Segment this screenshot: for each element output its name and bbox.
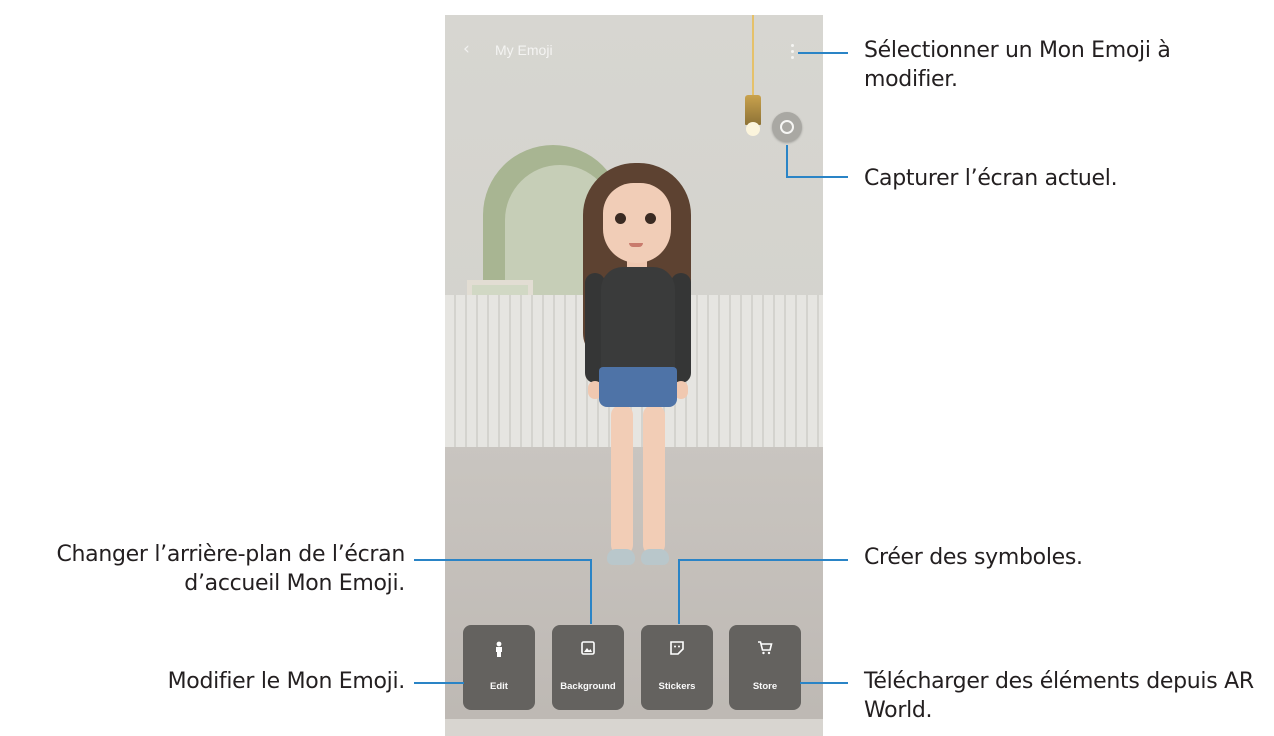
- callout-create-stickers: Créer des symboles.: [864, 545, 1083, 570]
- store-label: Store: [752, 681, 778, 692]
- edit-button[interactable]: Edit: [463, 625, 535, 710]
- lamp-bulb: [746, 122, 760, 136]
- avatar-shoe-left: [607, 549, 635, 565]
- callout-capture: Capturer l’écran actuel.: [864, 166, 1118, 191]
- capture-button[interactable]: [772, 112, 802, 142]
- back-chevron-icon[interactable]: ‹: [463, 39, 470, 59]
- phone-screen: ‹ My Emoji Edit Background Stickers Stor…: [445, 15, 823, 736]
- avatar-eye-right: [645, 213, 656, 224]
- page-title: My Emoji: [495, 42, 553, 58]
- callout-line-store: [800, 682, 848, 684]
- lamp-icon: [745, 95, 761, 125]
- callout-line-background-h: [414, 559, 591, 561]
- more-options-icon[interactable]: [789, 44, 795, 64]
- store-button[interactable]: Store: [729, 625, 801, 710]
- avatar-sweater: [601, 267, 675, 372]
- callout-line-stickers-v: [678, 559, 680, 624]
- callout-line-stickers-h: [678, 559, 848, 561]
- person-icon: [463, 641, 535, 660]
- avatar-leg-left: [611, 405, 633, 555]
- bottom-edge: [445, 719, 823, 736]
- callout-line-edit: [414, 682, 464, 684]
- callout-select-emoji: Sélectionner un Mon Emoji à modifier.: [864, 38, 1171, 92]
- stickers-button[interactable]: Stickers: [641, 625, 713, 710]
- callout-change-background: Changer l’arrière-plan de l’écran d’accu…: [56, 542, 405, 596]
- avatar-shorts: [599, 367, 677, 407]
- avatar-eye-left: [615, 213, 626, 224]
- app-bar: ‹ My Emoji: [445, 15, 823, 85]
- image-icon: [552, 641, 624, 658]
- avatar-mouth: [629, 243, 643, 247]
- sticker-icon: [641, 641, 713, 658]
- callout-download-items: Télécharger des éléments depuis AR World…: [864, 669, 1254, 723]
- callout-edit-emoji: Modifier le Mon Emoji.: [167, 669, 406, 694]
- edit-label: Edit: [490, 681, 508, 692]
- background-button[interactable]: Background: [552, 625, 624, 710]
- stickers-label: Stickers: [658, 681, 696, 692]
- emoji-avatar: [565, 155, 715, 605]
- callout-line-capture-h: [786, 176, 848, 178]
- background-label: Background: [560, 681, 616, 692]
- callout-line-select: [798, 52, 848, 54]
- callout-line-background-v: [590, 559, 592, 624]
- cart-icon: [729, 641, 801, 658]
- avatar-leg-right: [643, 405, 665, 555]
- callout-line-capture-v: [786, 145, 788, 177]
- avatar-face: [603, 183, 671, 263]
- avatar-shoe-right: [641, 549, 669, 565]
